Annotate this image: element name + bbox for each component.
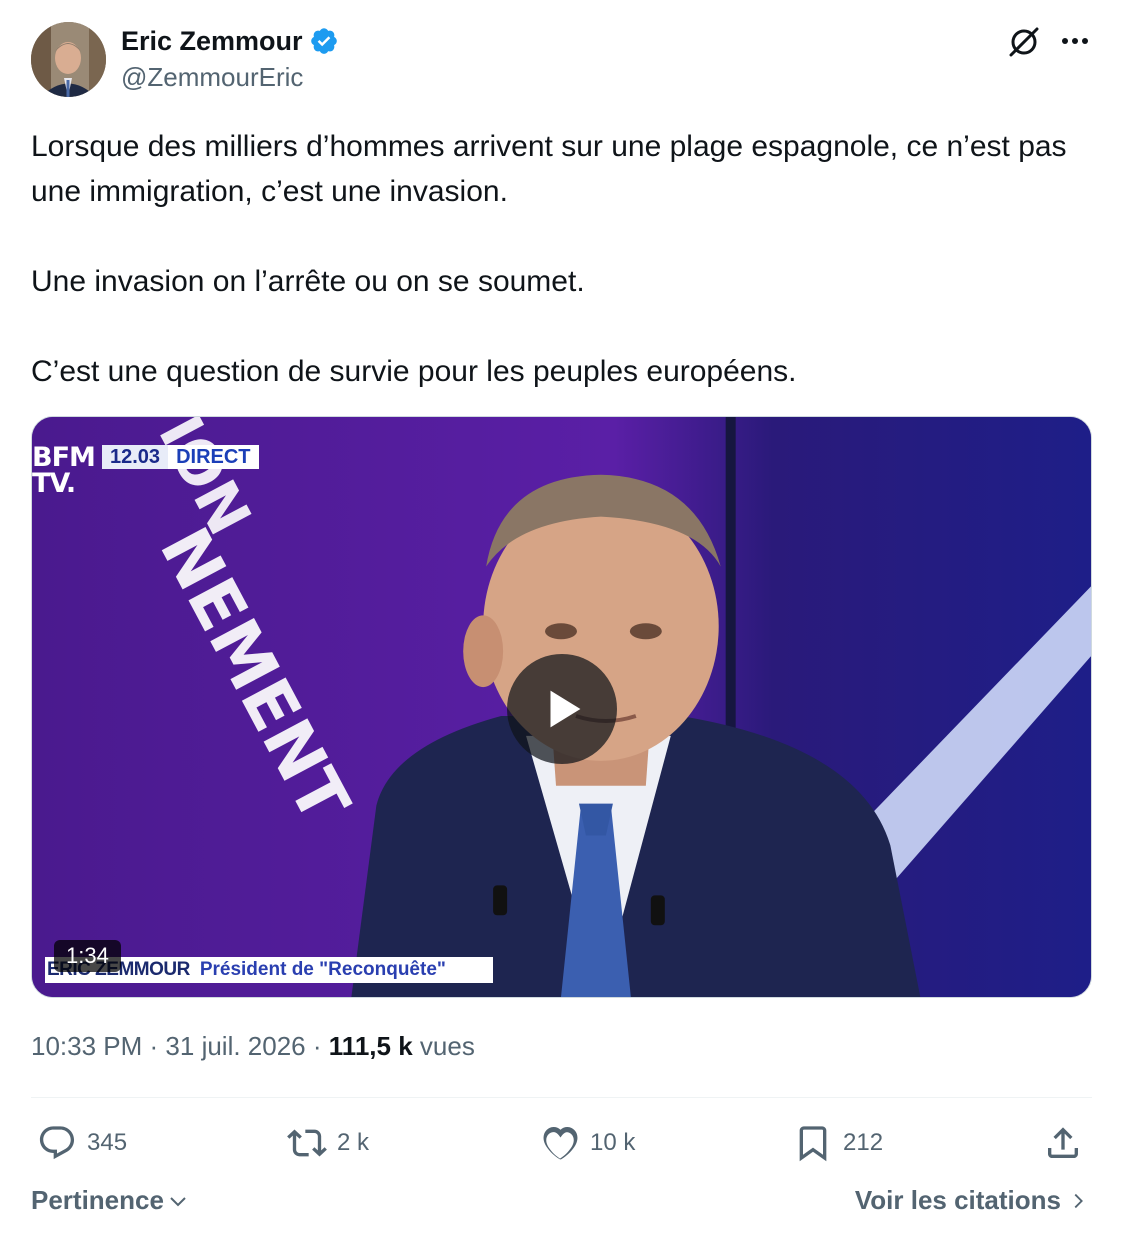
share-button[interactable] [1043, 1123, 1083, 1168]
verified-badge-icon [310, 28, 337, 54]
views-count: 111,5 k [328, 1031, 413, 1061]
video-duration: 1:34 [54, 940, 121, 972]
views-label: vues [419, 1031, 475, 1061]
like-button[interactable]: 10 k [540, 1123, 635, 1163]
author-handle[interactable]: @ZemmourEric [121, 62, 339, 93]
grok-icon[interactable] [1006, 24, 1042, 60]
author-block: Eric Zemmour @ZemmourEric [121, 24, 339, 93]
tweet-meta: 10:33 PM · 31 juil. 2026 · 111,5 k vues [31, 1031, 475, 1062]
chevron-down-icon [170, 1196, 186, 1206]
tweet-paragraph: Lorsque des milliers d’hommes arrivent s… [31, 130, 1067, 208]
video-player[interactable]: NEMENT ION BFM TV. 12.03 DIRECT ERIC ZEM… [31, 416, 1092, 998]
tweet-paragraph: Une invasion on l’arrête ou on se soumet… [31, 265, 585, 298]
tweet-date[interactable]: 31 juil. 2026 [165, 1031, 305, 1061]
view-quotes-link[interactable]: Voir les citations [855, 1185, 1089, 1216]
repost-icon [287, 1129, 327, 1157]
avatar[interactable] [31, 22, 106, 97]
repost-button[interactable]: 2 k [287, 1123, 369, 1163]
channel-logo: BFM TV. [32, 444, 96, 499]
meta-separator: · [149, 1031, 166, 1061]
quotes-label: Voir les citations [854, 1185, 1061, 1215]
meta-separator: · [312, 1031, 329, 1061]
reply-button[interactable]: 345 [37, 1123, 127, 1163]
live-label: DIRECT [176, 446, 251, 468]
tweet-text: Lorsque des milliers d’hommes arrivent s… [31, 124, 1101, 394]
live-tag: 12.03 DIRECT [102, 445, 259, 469]
live-time: 12.03 [102, 445, 169, 469]
channel-logo-line: TV. [32, 468, 76, 499]
heart-icon [543, 1127, 578, 1160]
tweet-paragraph: C’est une question de survie pour les pe… [31, 355, 797, 388]
divider [31, 1097, 1092, 1098]
lower-third-role: Président de "Reconquête" [199, 959, 446, 980]
reply-icon [39, 1126, 75, 1160]
reply-count: 345 [87, 1129, 128, 1156]
like-count: 10 k [590, 1129, 636, 1156]
chevron-right-icon [1074, 1193, 1083, 1208]
more-icon[interactable] [1057, 26, 1093, 56]
share-icon [1048, 1127, 1078, 1158]
bookmark-count: 212 [843, 1129, 884, 1156]
tweet-time[interactable]: 10:33 PM [31, 1031, 142, 1061]
play-button[interactable] [507, 654, 617, 764]
bookmark-icon [799, 1126, 827, 1162]
play-icon [550, 690, 581, 728]
bookmark-button[interactable]: 212 [793, 1123, 883, 1163]
repost-count: 2 k [337, 1129, 370, 1156]
avatar-image [31, 22, 106, 97]
sort-label: Pertinence [31, 1185, 164, 1215]
sort-dropdown[interactable]: Pertinence [31, 1185, 190, 1216]
action-bar: 345 2 k 10 k 212 [31, 1115, 1092, 1171]
author-name[interactable]: Eric Zemmour [121, 26, 303, 57]
